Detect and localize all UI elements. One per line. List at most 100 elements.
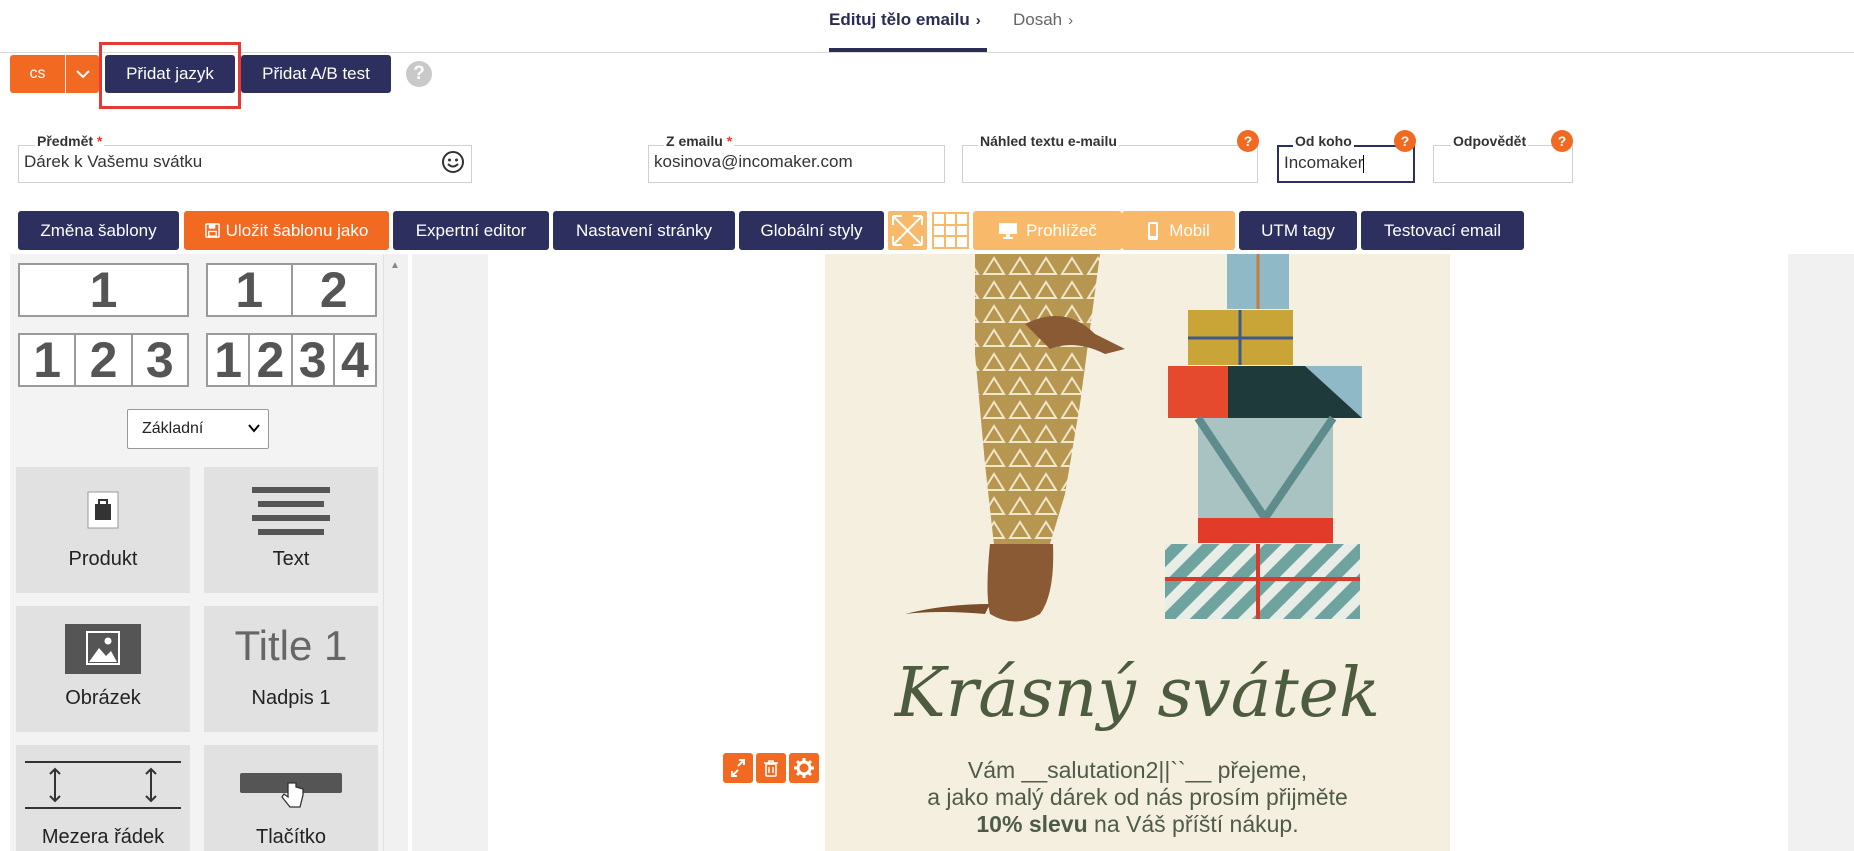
block-label: Text (272, 548, 310, 570)
email-title: Krásný svátek (894, 654, 1381, 733)
block-label: Tlačítko (255, 826, 327, 848)
language-dropdown-button[interactable] (66, 55, 99, 93)
from-name-value: Incomaker (1284, 153, 1364, 172)
delete-block-button[interactable] (756, 753, 786, 783)
block-settings-button[interactable] (789, 753, 819, 783)
global-styles-button[interactable]: Globální styly (739, 211, 884, 250)
save-template-as-button[interactable]: Uložit šablonu jako (184, 211, 389, 250)
block-product[interactable]: Produkt (16, 467, 190, 593)
preview-text-field[interactable] (962, 145, 1258, 183)
discount-rest: na Váš příští nákup. (1087, 811, 1299, 837)
email-line-1: Vám __salutation2||``__ přejeme, (967, 757, 1308, 783)
help-icon[interactable]: ? (1551, 130, 1573, 152)
mobile-label: Mobil (1169, 220, 1210, 240)
email-line-2: a jako malý dárek od nás prosím přijměte (927, 784, 1348, 810)
subject-value: Dárek k Vašemu svátku (24, 152, 203, 171)
column-number: 3 (293, 332, 335, 388)
from-email-field[interactable]: kosinova@incomaker.com (648, 145, 945, 183)
grid-icon (932, 212, 969, 249)
subject-label: Předmět * (35, 133, 105, 149)
fullscreen-button[interactable] (888, 211, 927, 250)
mobile-icon (1148, 221, 1159, 240)
block-label: Nadpis 1 (251, 687, 331, 709)
language-button[interactable]: cs (10, 55, 65, 93)
title-icon: Title 1 (234, 622, 348, 669)
save-template-label: Uložit šablonu jako (225, 220, 369, 240)
column-number: 1 (89, 262, 118, 318)
save-icon (204, 223, 220, 238)
block-set-value: Základní (142, 420, 204, 437)
label-text: Z emailu (666, 133, 723, 149)
expand-icon (892, 215, 923, 246)
spacer-icon (25, 761, 181, 809)
block-label: Mezera řádek (41, 826, 165, 848)
tab-label: Edituj tělo emailu (829, 10, 970, 29)
email-line-3: 10% slevu na Váš příští nákup. (825, 811, 1450, 838)
page-settings-button[interactable]: Nastavení stránky (553, 211, 735, 250)
block-image[interactable]: Obrázek (16, 606, 190, 732)
chevron-down-icon (75, 70, 90, 79)
add-ab-test-button[interactable]: Přidat A/B test (241, 55, 391, 93)
block-set-select[interactable]: Základní (127, 409, 269, 449)
test-email-button[interactable]: Testovací email (1361, 211, 1524, 250)
block-button[interactable]: Tlačítko (204, 745, 378, 851)
emoji-icon[interactable] (441, 150, 465, 174)
image-icon (65, 624, 141, 674)
monitor-icon (999, 223, 1018, 239)
required-mark: * (96, 133, 103, 149)
mobile-preview-button[interactable]: Mobil (1122, 211, 1235, 250)
reply-to-label: Odpovědět (1451, 133, 1529, 149)
block-text[interactable]: Text (204, 467, 378, 593)
column-number: 1 (208, 332, 251, 388)
tab-label: Dosah (1013, 10, 1063, 29)
layout-4-columns[interactable]: 1 2 3 4 (206, 332, 377, 388)
chevron-right-icon: › (1068, 11, 1074, 29)
column-number: 1 (20, 332, 77, 388)
block-spacer[interactable]: Mezera řádek (16, 745, 190, 851)
help-icon[interactable]: ? (1394, 130, 1416, 152)
grid-toggle-button[interactable] (931, 211, 970, 250)
trash-icon (764, 760, 778, 777)
bag-icon (87, 491, 119, 529)
chevron-down-icon (248, 424, 260, 433)
move-block-button[interactable] (723, 753, 753, 783)
from-name-label: Od koho (1293, 133, 1354, 149)
discount-text: 10% slevu (976, 811, 1088, 837)
column-number: 2 (76, 332, 133, 388)
reply-to-field[interactable] (1433, 145, 1573, 183)
subject-field[interactable]: Dárek k Vašemu svátku (18, 145, 472, 183)
column-number: 4 (340, 332, 369, 388)
tab-reach[interactable]: Dosah › (1013, 10, 1073, 30)
help-icon[interactable]: ? (406, 61, 432, 87)
block-heading-1[interactable]: Title 1 Nadpis 1 (204, 606, 378, 732)
browser-preview-button[interactable]: Prohlížeč (973, 211, 1122, 250)
from-email-value: kosinova@incomaker.com (654, 152, 853, 171)
layout-2-columns[interactable]: 1 2 (206, 262, 377, 318)
required-mark: * (726, 133, 733, 149)
from-name-field[interactable]: Incomaker (1277, 145, 1415, 183)
column-number: 2 (250, 332, 293, 388)
expert-editor-button[interactable]: Expertní editor (393, 211, 549, 250)
help-icon[interactable]: ? (1237, 130, 1259, 152)
column-number: 2 (319, 262, 348, 318)
gear-icon (794, 758, 814, 778)
email-content[interactable]: Krásný svátek Vám __salutation2||``__ př… (825, 254, 1450, 851)
panel-scrollbar[interactable]: ▲ (383, 254, 408, 851)
change-template-button[interactable]: Změna šablony (18, 211, 179, 250)
text-lines-icon (252, 487, 330, 535)
utm-tags-button[interactable]: UTM tagy (1239, 211, 1357, 250)
scroll-up-icon[interactable]: ▲ (390, 260, 400, 271)
move-icon (731, 759, 745, 777)
layout-1-column[interactable]: 1 (18, 262, 189, 318)
block-label: Produkt (68, 548, 138, 570)
button-icon (240, 773, 342, 808)
chevron-right-icon: › (975, 11, 981, 29)
text-cursor (1363, 154, 1365, 173)
active-tab-indicator (829, 48, 987, 52)
block-label: Obrázek (65, 687, 141, 709)
layout-3-columns[interactable]: 1 2 3 (18, 332, 189, 388)
label-text: Předmět (37, 133, 94, 149)
tab-edit-email-body[interactable]: Edituj tělo emailu › (829, 10, 981, 30)
column-number: 3 (145, 332, 174, 388)
column-number: 1 (208, 262, 293, 318)
